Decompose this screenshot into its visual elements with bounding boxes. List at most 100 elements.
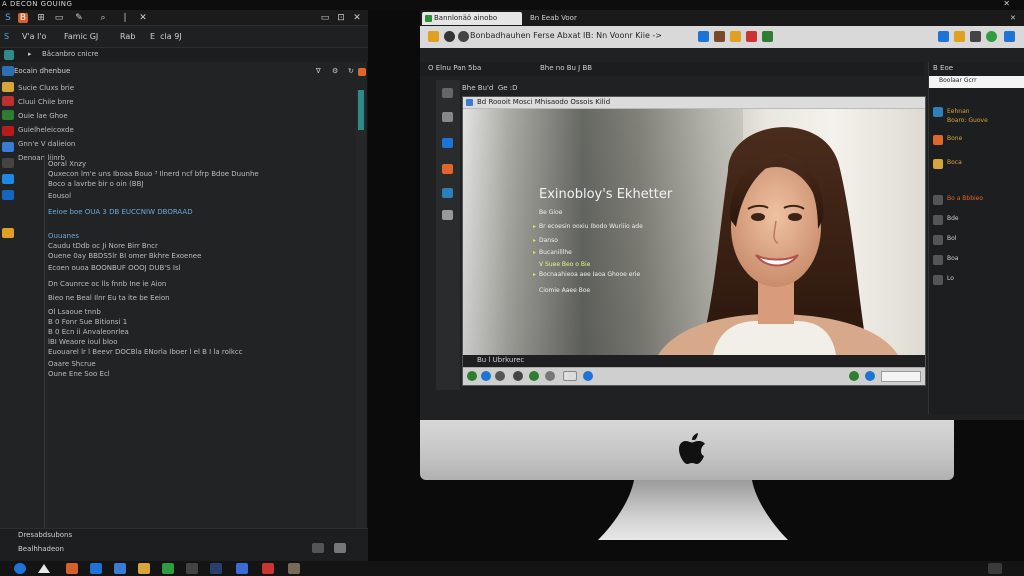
home-icon[interactable] <box>428 31 439 42</box>
tool-icon[interactable] <box>442 138 453 148</box>
file-icon[interactable] <box>2 174 14 184</box>
menu-item-file[interactable]: Famic GJ <box>64 32 98 41</box>
file-icon[interactable] <box>2 82 14 92</box>
right-panel-item[interactable]: Boca <box>933 158 1024 170</box>
monitor-stand <box>598 480 788 540</box>
file-icon[interactable] <box>2 110 14 120</box>
extension-icon[interactable] <box>746 31 757 42</box>
sidebar-item[interactable]: Gnn'e V dalieion <box>18 140 75 148</box>
refresh-icon[interactable] <box>481 371 491 381</box>
close-icon[interactable]: ✕ <box>1003 0 1010 8</box>
menu-item-run[interactable]: Rab <box>120 32 135 41</box>
ok-icon[interactable] <box>849 371 859 381</box>
sidebar-item[interactable]: Sucie Cluxs brie <box>18 84 74 92</box>
tray-icon[interactable] <box>988 563 1002 574</box>
app-icon[interactable] <box>186 563 198 574</box>
record-icon[interactable] <box>513 371 523 381</box>
settings-icon[interactable] <box>970 31 981 42</box>
status-button[interactable] <box>334 543 346 553</box>
right-panel-bar[interactable]: Boolaar Gcrr <box>929 76 1024 88</box>
zoom-field[interactable] <box>881 371 921 382</box>
window-icon[interactable]: ▭ <box>54 13 64 23</box>
file-icon[interactable] <box>2 66 14 76</box>
brand-icon[interactable]: B <box>18 13 28 23</box>
sync-icon[interactable] <box>529 371 539 381</box>
sidebar-item[interactable]: Cluui Chiie bnre <box>18 98 74 106</box>
tool-icon[interactable] <box>442 210 453 220</box>
close-tab-icon[interactable]: ✕ <box>138 13 148 23</box>
menu-item-view[interactable]: V'a l'o <box>22 32 46 41</box>
grid-icon[interactable]: ⊞ <box>36 13 46 23</box>
triangle-icon[interactable] <box>38 564 50 573</box>
sync-icon[interactable] <box>986 31 997 42</box>
play-icon[interactable] <box>467 371 477 381</box>
bookmark-icon[interactable] <box>698 31 709 42</box>
tab-2[interactable]: Bn Eeab Voor <box>530 14 577 22</box>
right-panel-item[interactable]: Eehnan Boaro: Guove <box>933 106 1024 124</box>
back-icon[interactable] <box>444 31 455 42</box>
menu-icon[interactable] <box>1004 31 1015 42</box>
settings-icon[interactable] <box>545 371 555 381</box>
settings-icon[interactable]: ⚙ <box>332 67 338 75</box>
right-panel-item[interactable]: Lo <box>933 274 1024 286</box>
tool-icon[interactable] <box>442 112 453 122</box>
app-icon[interactable]: S <box>3 13 13 23</box>
document-status: Bu l Ubrkurec <box>463 355 925 367</box>
app-icon[interactable] <box>288 563 300 574</box>
address-bar[interactable]: Bonbadhauhen Ferse Abxat IB: Nn Voonr Ki… <box>470 31 662 40</box>
item-label: Bo a Bbbieo <box>947 195 984 202</box>
monitor-screen: Bannlonäö ainobo Bn Eeab Voor ✕ Bonbadha… <box>420 10 1024 420</box>
minimize-icon[interactable]: ▭ <box>320 13 330 23</box>
right-panel-item[interactable]: Bol <box>933 234 1024 246</box>
profile-icon[interactable] <box>954 31 965 42</box>
menu-item-edit[interactable]: E cla 9J <box>150 32 182 41</box>
file-icon[interactable] <box>2 142 14 152</box>
app-icon[interactable] <box>236 563 248 574</box>
editor-scrollbar-thumb[interactable] <box>358 90 364 130</box>
extension-icon[interactable] <box>714 31 725 42</box>
extension-icon[interactable] <box>730 31 741 42</box>
tool-icon[interactable] <box>442 88 453 98</box>
edit-icon[interactable]: ✎ <box>74 13 84 23</box>
file-icon[interactable] <box>2 190 14 200</box>
app-icon[interactable] <box>138 563 150 574</box>
close-window-icon[interactable]: ✕ <box>352 13 362 23</box>
file-icon[interactable] <box>2 228 14 238</box>
share-icon[interactable] <box>938 31 949 42</box>
file-icon[interactable] <box>2 126 14 136</box>
close-icon[interactable]: ✕ <box>1010 14 1016 22</box>
window-icon[interactable] <box>563 371 577 381</box>
code-line: Bieo ne Beal Ilnr Eu ta ite be Eeion <box>48 294 170 302</box>
sidebar-item[interactable]: Guielheleicoxde <box>18 126 74 134</box>
restore-icon[interactable]: ⊡ <box>336 13 346 23</box>
folder-icon[interactable] <box>4 50 14 60</box>
file-icon[interactable] <box>2 96 14 106</box>
start-icon[interactable] <box>14 563 26 574</box>
browser-tab[interactable]: Bannlonäö ainobo <box>422 12 522 25</box>
right-panel-item[interactable]: Bde <box>933 214 1024 226</box>
refresh-icon[interactable]: ↻ <box>348 67 354 75</box>
right-panel-item[interactable]: Boa <box>933 254 1024 266</box>
filter-icon[interactable]: ∇ <box>316 67 321 75</box>
app-icon[interactable] <box>114 563 126 574</box>
app-icon[interactable] <box>162 563 174 574</box>
tool-icon[interactable] <box>442 188 453 198</box>
forward-icon[interactable] <box>458 31 469 42</box>
extension-icon[interactable] <box>762 31 773 42</box>
help-icon[interactable] <box>583 371 593 381</box>
app-icon[interactable] <box>66 563 78 574</box>
sidebar-item[interactable]: Ouie lae Ghoe <box>18 112 68 120</box>
right-panel-item[interactable]: Bo a Bbbieo <box>933 194 1024 206</box>
info-icon[interactable] <box>865 371 875 381</box>
app-icon[interactable] <box>90 563 102 574</box>
alert-icon[interactable] <box>358 68 366 76</box>
app-icon[interactable] <box>210 563 222 574</box>
find-icon[interactable]: ⌕ <box>98 13 108 23</box>
tool-icon[interactable] <box>442 164 453 174</box>
status-button[interactable] <box>312 543 324 553</box>
editor-scrollbar[interactable] <box>356 90 366 540</box>
app-icon[interactable] <box>262 563 274 574</box>
right-panel-item[interactable]: Bone <box>933 134 1024 146</box>
file-icon[interactable] <box>2 158 14 168</box>
stop-icon[interactable] <box>495 371 505 381</box>
